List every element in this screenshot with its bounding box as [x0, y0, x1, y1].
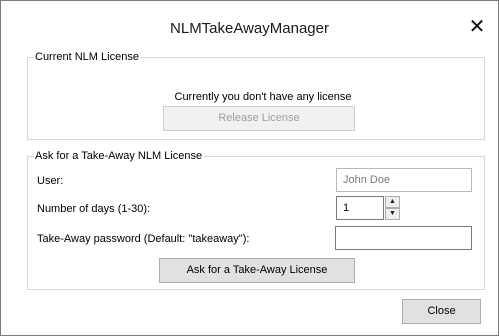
current-license-legend: Current NLM License — [35, 51, 139, 63]
days-input[interactable]: 1 — [336, 196, 384, 220]
password-input[interactable] — [335, 226, 472, 250]
ask-takeaway-license-button[interactable]: Ask for a Take-Away License — [159, 258, 355, 283]
dialog-title: NLMTakeAwayManager — [170, 20, 329, 37]
close-icon[interactable]: ✕ — [466, 16, 488, 38]
license-status-text: Currently you don't have any license — [174, 91, 352, 103]
password-label: Take-Away password (Default: "takeaway")… — [37, 233, 250, 245]
takeaway-license-legend: Ask for a Take-Away NLM License — [35, 150, 203, 162]
spin-down-icon[interactable]: ▼ — [385, 208, 400, 220]
release-license-button[interactable]: Release License — [163, 106, 355, 131]
days-label: Number of days (1-30): — [37, 203, 151, 215]
close-button[interactable]: Close — [402, 299, 481, 324]
spin-up-icon[interactable]: ▲ — [385, 196, 400, 208]
user-field: John Doe — [336, 168, 472, 192]
user-label: User: — [37, 175, 64, 187]
